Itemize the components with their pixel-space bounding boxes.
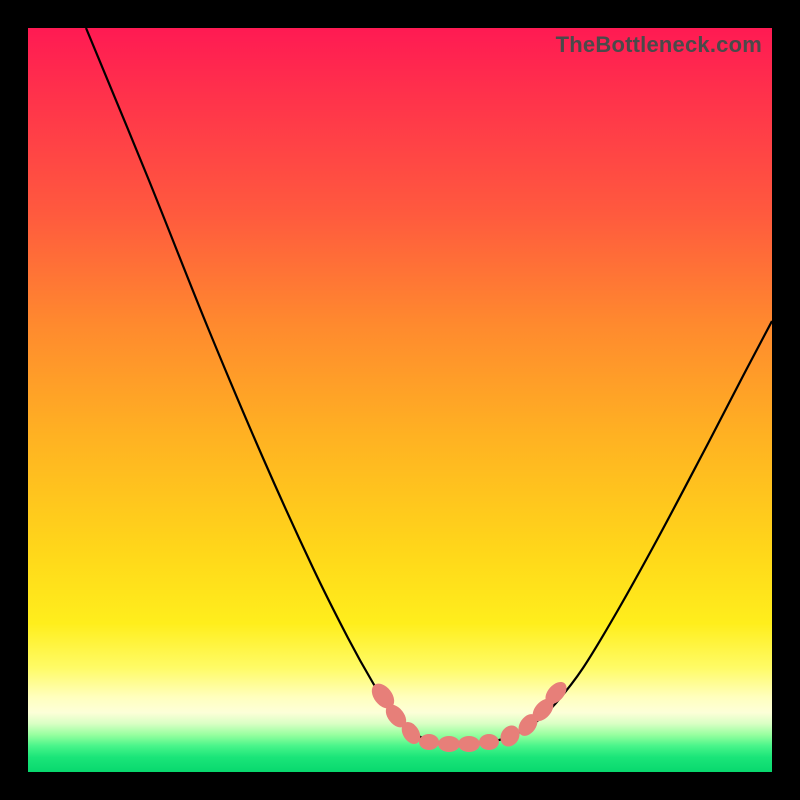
bottleneck-curve [86,28,772,744]
curve-marker [419,734,439,750]
plot-area: TheBottleneck.com [28,28,772,772]
curve-marker [479,734,499,750]
curve-marker [458,736,480,752]
curve-markers [367,678,570,752]
chart-svg [28,28,772,772]
watermark-text: TheBottleneck.com [556,32,762,58]
curve-marker [438,736,460,752]
outer-frame: TheBottleneck.com [0,0,800,800]
